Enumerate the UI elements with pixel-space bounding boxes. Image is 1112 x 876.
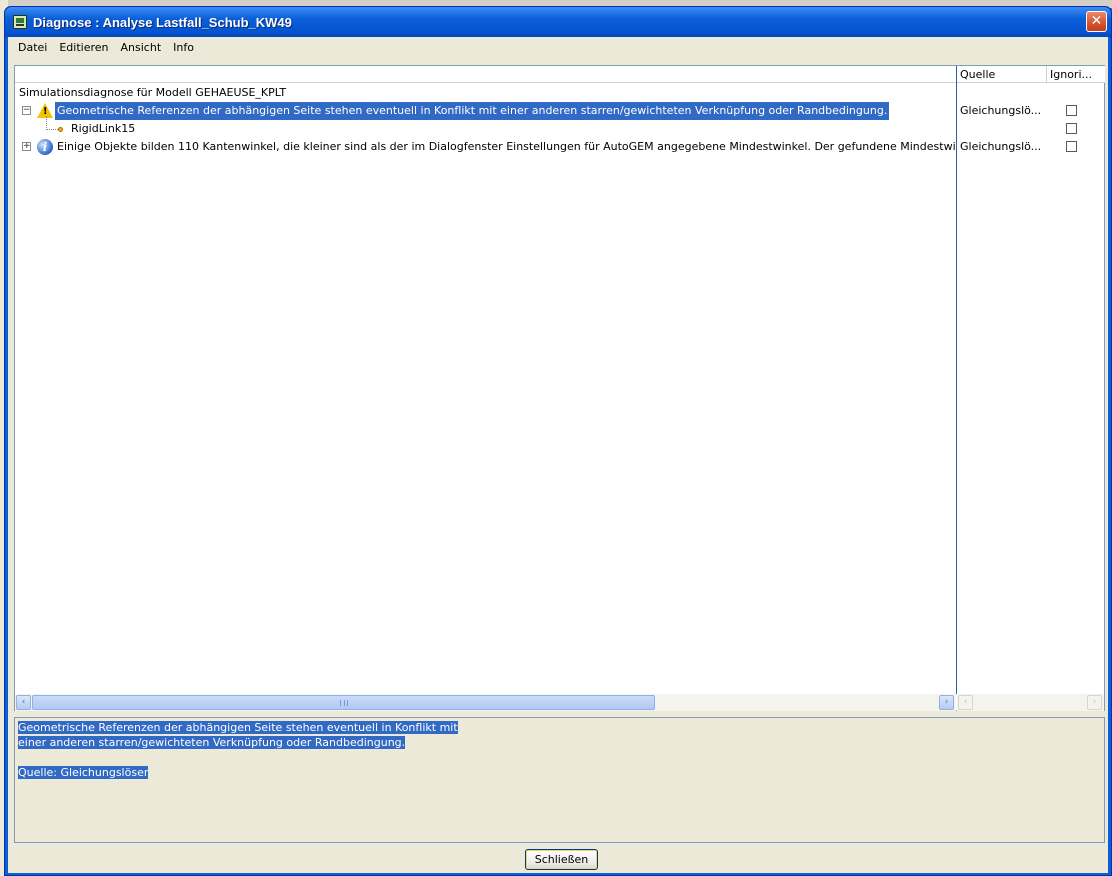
- window-client-area: Datei Editieren Ansicht Info Simulations…: [8, 37, 1108, 873]
- message-detail-panel[interactable]: Geometrische Referenzen der abhängigen S…: [14, 717, 1105, 843]
- ignore-checkbox[interactable]: [1066, 123, 1077, 134]
- scroll-left-icon[interactable]: ‹: [16, 695, 31, 710]
- window-close-icon[interactable]: ✕: [1086, 11, 1107, 32]
- title-bar[interactable]: Diagnose : Analyse Lastfall_Schub_KW49 ✕: [5, 7, 1111, 37]
- tree-row-label: Einige Objekte bilden 110 Kantenwinkel, …: [57, 140, 956, 153]
- column-header-quelle[interactable]: Quelle: [957, 66, 1047, 83]
- tree-row-info[interactable]: + i Einige Objekte bilden 110 Kantenwink…: [15, 138, 956, 156]
- scrollbar-thumb[interactable]: [32, 695, 655, 710]
- window-title: Diagnose : Analyse Lastfall_Schub_KW49: [33, 15, 292, 30]
- ignore-checkbox[interactable]: [1066, 105, 1077, 116]
- tree-view: Simulationsdiagnose für Modell GEHAEUSE_…: [15, 66, 956, 694]
- diagnose-window: Diagnose : Analyse Lastfall_Schub_KW49 ✕…: [4, 6, 1112, 876]
- app-icon: [13, 15, 27, 29]
- scroll-right-icon[interactable]: ›: [1087, 695, 1102, 710]
- source-cell: Gleichungslö...: [960, 104, 1042, 117]
- menu-datei[interactable]: Datei: [12, 37, 53, 59]
- menu-editieren[interactable]: Editieren: [53, 37, 114, 59]
- columns-horizontal-scrollbar[interactable]: ‹ ›: [957, 694, 1104, 711]
- leaf-node-icon: [58, 127, 63, 132]
- tree-connector: [46, 116, 58, 130]
- menu-info[interactable]: Info: [167, 37, 200, 59]
- source-cell: Gleichungslö...: [960, 140, 1042, 153]
- scroll-right-icon[interactable]: ›: [939, 695, 954, 710]
- tree-root-row[interactable]: Simulationsdiagnose für Modell GEHAEUSE_…: [15, 84, 956, 102]
- ignore-checkbox[interactable]: [1066, 141, 1077, 152]
- tree-column-header: [15, 66, 956, 83]
- tree-row-label: RigidLink15: [71, 122, 136, 135]
- menu-ansicht[interactable]: Ansicht: [115, 37, 168, 59]
- tree-row-rigidlink[interactable]: RigidLink15: [15, 116, 956, 138]
- scrollbar-grip: [340, 700, 348, 706]
- diagnostics-tree-table: Simulationsdiagnose für Modell GEHAEUSE_…: [14, 65, 1105, 711]
- close-button[interactable]: Schließen: [525, 849, 598, 870]
- info-icon: i: [37, 139, 53, 155]
- detail-source-line: Quelle: Gleichungslöser: [18, 766, 149, 779]
- column-header-ignore[interactable]: Ignori...: [1047, 66, 1105, 83]
- expand-icon[interactable]: +: [22, 142, 31, 151]
- tree-root-label: Simulationsdiagnose für Modell GEHAEUSE_…: [19, 86, 287, 99]
- detail-text-line: einer anderen starren/gewichteten Verknü…: [18, 736, 406, 749]
- scroll-left-icon[interactable]: ‹: [958, 695, 973, 710]
- detail-columns: Quelle Ignori... Gleichungslö... Gleichu…: [956, 66, 1105, 694]
- tree-row-label: Geometrische Referenzen der abhängigen S…: [55, 102, 890, 120]
- tree-row-warning[interactable]: − ! Geometrische Referenzen der abhängig…: [15, 102, 956, 120]
- collapse-icon[interactable]: −: [22, 106, 31, 115]
- horizontal-scrollbar[interactable]: ‹ ›: [15, 694, 956, 711]
- detail-text-line: Geometrische Referenzen der abhängigen S…: [18, 721, 458, 734]
- menu-bar: Datei Editieren Ansicht Info: [8, 37, 1108, 59]
